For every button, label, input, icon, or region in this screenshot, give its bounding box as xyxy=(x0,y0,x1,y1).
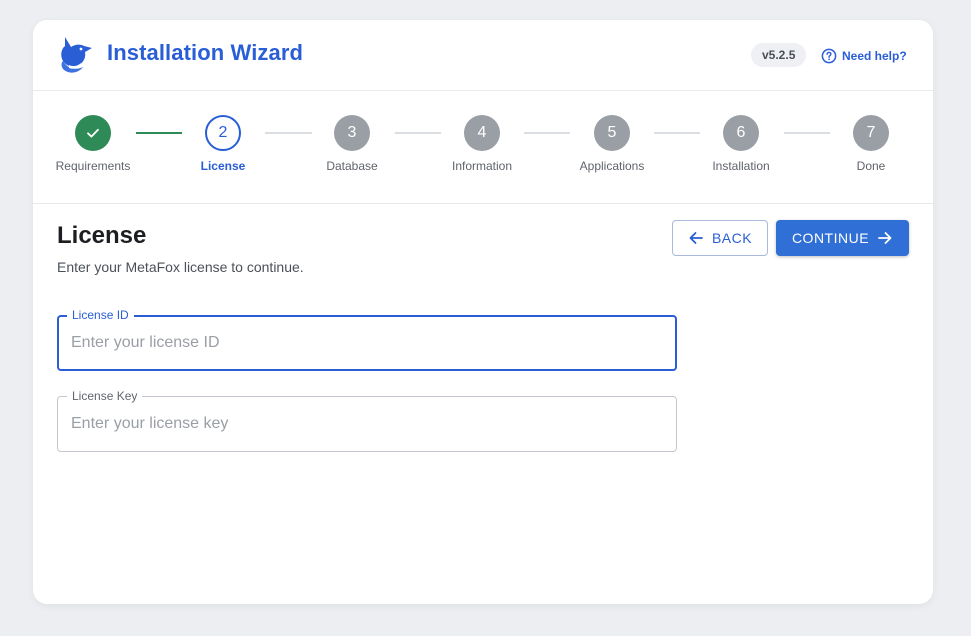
step-label: Installation xyxy=(712,159,770,173)
back-button[interactable]: BACK xyxy=(672,220,768,256)
license-key-input[interactable] xyxy=(71,397,661,451)
app-title: Installation Wizard xyxy=(107,40,304,65)
step-number: 5 xyxy=(594,115,630,151)
step-applications: 5 Applications xyxy=(562,115,662,173)
license-id-field: License ID xyxy=(57,307,677,371)
version-badge: v5.2.5 xyxy=(751,43,807,67)
wizard-header: Installation Wizard v5.2.5 Need help? xyxy=(33,20,933,91)
arrow-right-icon xyxy=(878,232,892,244)
step-label: License xyxy=(200,159,246,173)
step-number: 4 xyxy=(464,115,500,151)
step-circle-complete xyxy=(75,115,111,151)
fox-logo-icon xyxy=(61,37,92,73)
page-title: License xyxy=(57,222,147,249)
need-help-link[interactable]: Need help? xyxy=(821,47,907,65)
step-label: Applications xyxy=(579,159,645,173)
step-license: 2 License xyxy=(173,115,273,173)
license-id-input[interactable] xyxy=(71,317,661,369)
step-label: Database xyxy=(326,159,378,173)
step-database: 3 Database xyxy=(302,115,402,173)
continue-button-label: CONTINUE xyxy=(791,230,870,246)
step-installation: 6 Installation xyxy=(691,115,791,173)
license-key-field: License Key xyxy=(57,388,677,452)
page-subtitle: Enter your MetaFox license to continue. xyxy=(57,259,304,275)
question-circle-icon xyxy=(821,48,837,64)
continue-button[interactable]: CONTINUE xyxy=(776,220,909,256)
step-number: 3 xyxy=(334,115,370,151)
step-label: Done xyxy=(856,159,886,173)
step-number: 2 xyxy=(205,115,241,151)
step-number: 6 xyxy=(723,115,759,151)
check-icon xyxy=(87,128,99,138)
wizard-card: Installation Wizard v5.2.5 Need help? Re… xyxy=(33,20,933,604)
step-label: Requirements xyxy=(55,159,131,173)
back-button-label: BACK xyxy=(711,230,753,246)
step-requirements: Requirements xyxy=(43,115,143,173)
step-number: 7 xyxy=(853,115,889,151)
step-done: 7 Done xyxy=(821,115,921,173)
wizard-stepper: Requirements 2 License 3 Database 4 Info… xyxy=(33,91,933,204)
step-information: 4 Information xyxy=(432,115,532,173)
arrow-left-icon xyxy=(689,232,703,244)
step-label: Information xyxy=(451,159,513,173)
need-help-label: Need help? xyxy=(842,49,907,63)
